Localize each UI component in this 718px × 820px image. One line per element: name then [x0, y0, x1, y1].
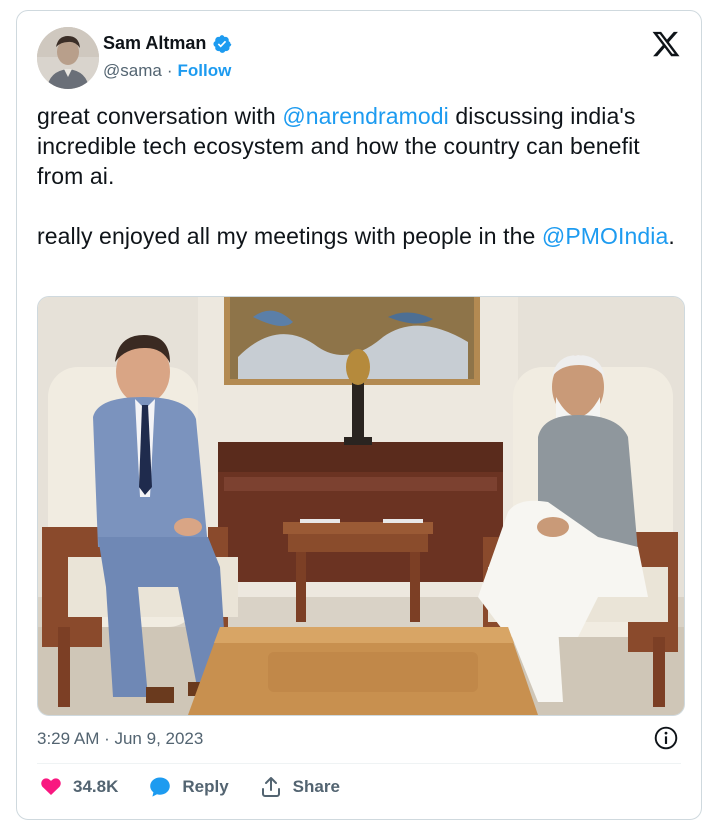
x-logo-icon[interactable]: [651, 29, 681, 59]
verified-badge-icon: [212, 34, 232, 54]
info-icon[interactable]: [653, 725, 679, 751]
tweet-text-segment: great conversation with: [37, 103, 283, 129]
meeting-photo-illustration: [38, 297, 684, 715]
author-handle[interactable]: @sama: [103, 61, 162, 81]
tweet-card[interactable]: Sam Altman @sama · Follow great conversa…: [16, 10, 702, 820]
tweet-text-segment: really enjoyed all my meetings with peop…: [37, 223, 542, 249]
share-upload-icon: [261, 777, 280, 797]
tweet-actions: 34.8K Reply Share: [39, 775, 340, 799]
reply-label: Reply: [182, 777, 229, 796]
follow-button[interactable]: Follow: [178, 61, 232, 81]
mention-pmoindia[interactable]: @PMOIndia: [542, 223, 669, 249]
handle-separator: ·: [166, 61, 173, 80]
tweet-text: great conversation with @narendramodi di…: [37, 101, 687, 251]
like-button[interactable]: 34.8K: [39, 775, 118, 799]
reply-button[interactable]: Reply: [148, 775, 229, 799]
tweet-timestamp[interactable]: 3:29 AM · Jun 9, 2023: [37, 729, 203, 749]
mention-narendramodi[interactable]: @narendramodi: [282, 103, 449, 129]
author-name[interactable]: Sam Altman: [103, 33, 206, 54]
heart-icon: [41, 778, 61, 795]
actions-divider: [37, 763, 681, 764]
speech-bubble-icon: [150, 777, 171, 797]
tweet-paragraph-2: really enjoyed all my meetings with peop…: [37, 221, 687, 251]
like-count: 34.8K: [73, 777, 119, 796]
tweet-text-segment: .: [668, 223, 675, 249]
avatar[interactable]: [37, 27, 99, 89]
tweet-photo[interactable]: [37, 296, 685, 716]
tweet-paragraph-1: great conversation with @narendramodi di…: [37, 101, 687, 191]
share-label: Share: [292, 777, 340, 796]
share-button[interactable]: Share: [259, 775, 340, 799]
avatar-photo: [37, 27, 99, 89]
